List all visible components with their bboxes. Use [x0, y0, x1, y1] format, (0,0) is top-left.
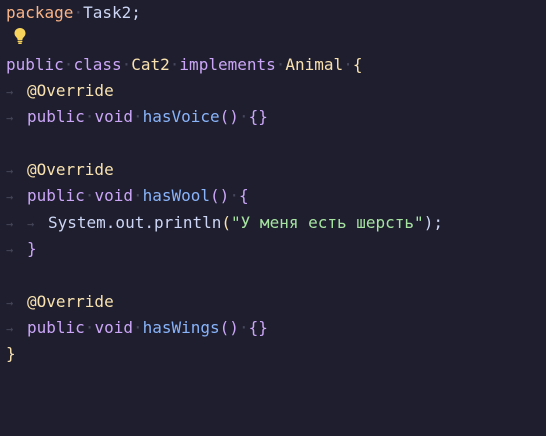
code-line-1: package·Task2;: [6, 3, 141, 22]
code-line-5: → public·void·hasVoice()·{}: [6, 107, 268, 126]
parens: (): [219, 107, 239, 126]
code-line-8: → public·void·hasWool()·{: [6, 186, 249, 205]
code-line-12: → @Override: [6, 292, 114, 311]
void-keyword: void: [94, 318, 133, 337]
lightbulb-icon[interactable]: [13, 27, 27, 45]
public-keyword: public: [27, 318, 85, 337]
package-name: Task2;: [83, 3, 141, 22]
override-annotation: @Override: [27, 81, 114, 100]
code-line-14: }: [6, 341, 16, 367]
empty-body: {}: [248, 107, 268, 126]
parens: (): [210, 186, 230, 205]
public-keyword: public: [27, 107, 85, 126]
code-line-9: → → System.out.println("У меня есть шерсть…: [6, 213, 443, 232]
method-name-hasvoice: hasVoice: [142, 107, 220, 126]
close-brace: }: [27, 239, 37, 258]
override-annotation: @Override: [27, 160, 114, 179]
method-name-haswool: hasWool: [142, 186, 211, 205]
void-keyword: void: [94, 107, 133, 126]
class-close-brace: }: [6, 344, 16, 363]
class-name: Cat2: [131, 55, 170, 74]
package-keyword: package: [6, 3, 74, 22]
implements-keyword: implements: [179, 55, 276, 74]
code-line-10: →}: [6, 239, 37, 258]
open-paren: (: [221, 213, 232, 232]
statement-end: );: [423, 213, 443, 232]
empty-body: {}: [248, 318, 268, 337]
interface-name: Animal: [285, 55, 344, 74]
public-keyword: public: [6, 55, 64, 74]
override-annotation: @Override: [27, 292, 114, 311]
println-call: System.out.println: [48, 213, 222, 232]
public-keyword: public: [27, 186, 85, 205]
code-line-4: → @Override: [6, 81, 114, 100]
class-open-brace: {: [352, 55, 363, 74]
parens: (): [219, 318, 239, 337]
code-editor[interactable]: package·Task2; public·class·Cat2·impleme…: [0, 0, 546, 436]
void-keyword: void: [94, 186, 133, 205]
class-keyword: class: [73, 55, 122, 74]
method-name-haswings: hasWings: [142, 318, 220, 337]
open-brace: {: [238, 186, 249, 205]
string-literal: "У меня есть шерсть": [231, 213, 424, 232]
code-line-7: → @Override: [6, 160, 114, 179]
code-line-13: → public·void·hasWings()·{}: [6, 318, 268, 337]
code-line-3: public·class·Cat2·implements·Animal·{: [6, 55, 363, 74]
